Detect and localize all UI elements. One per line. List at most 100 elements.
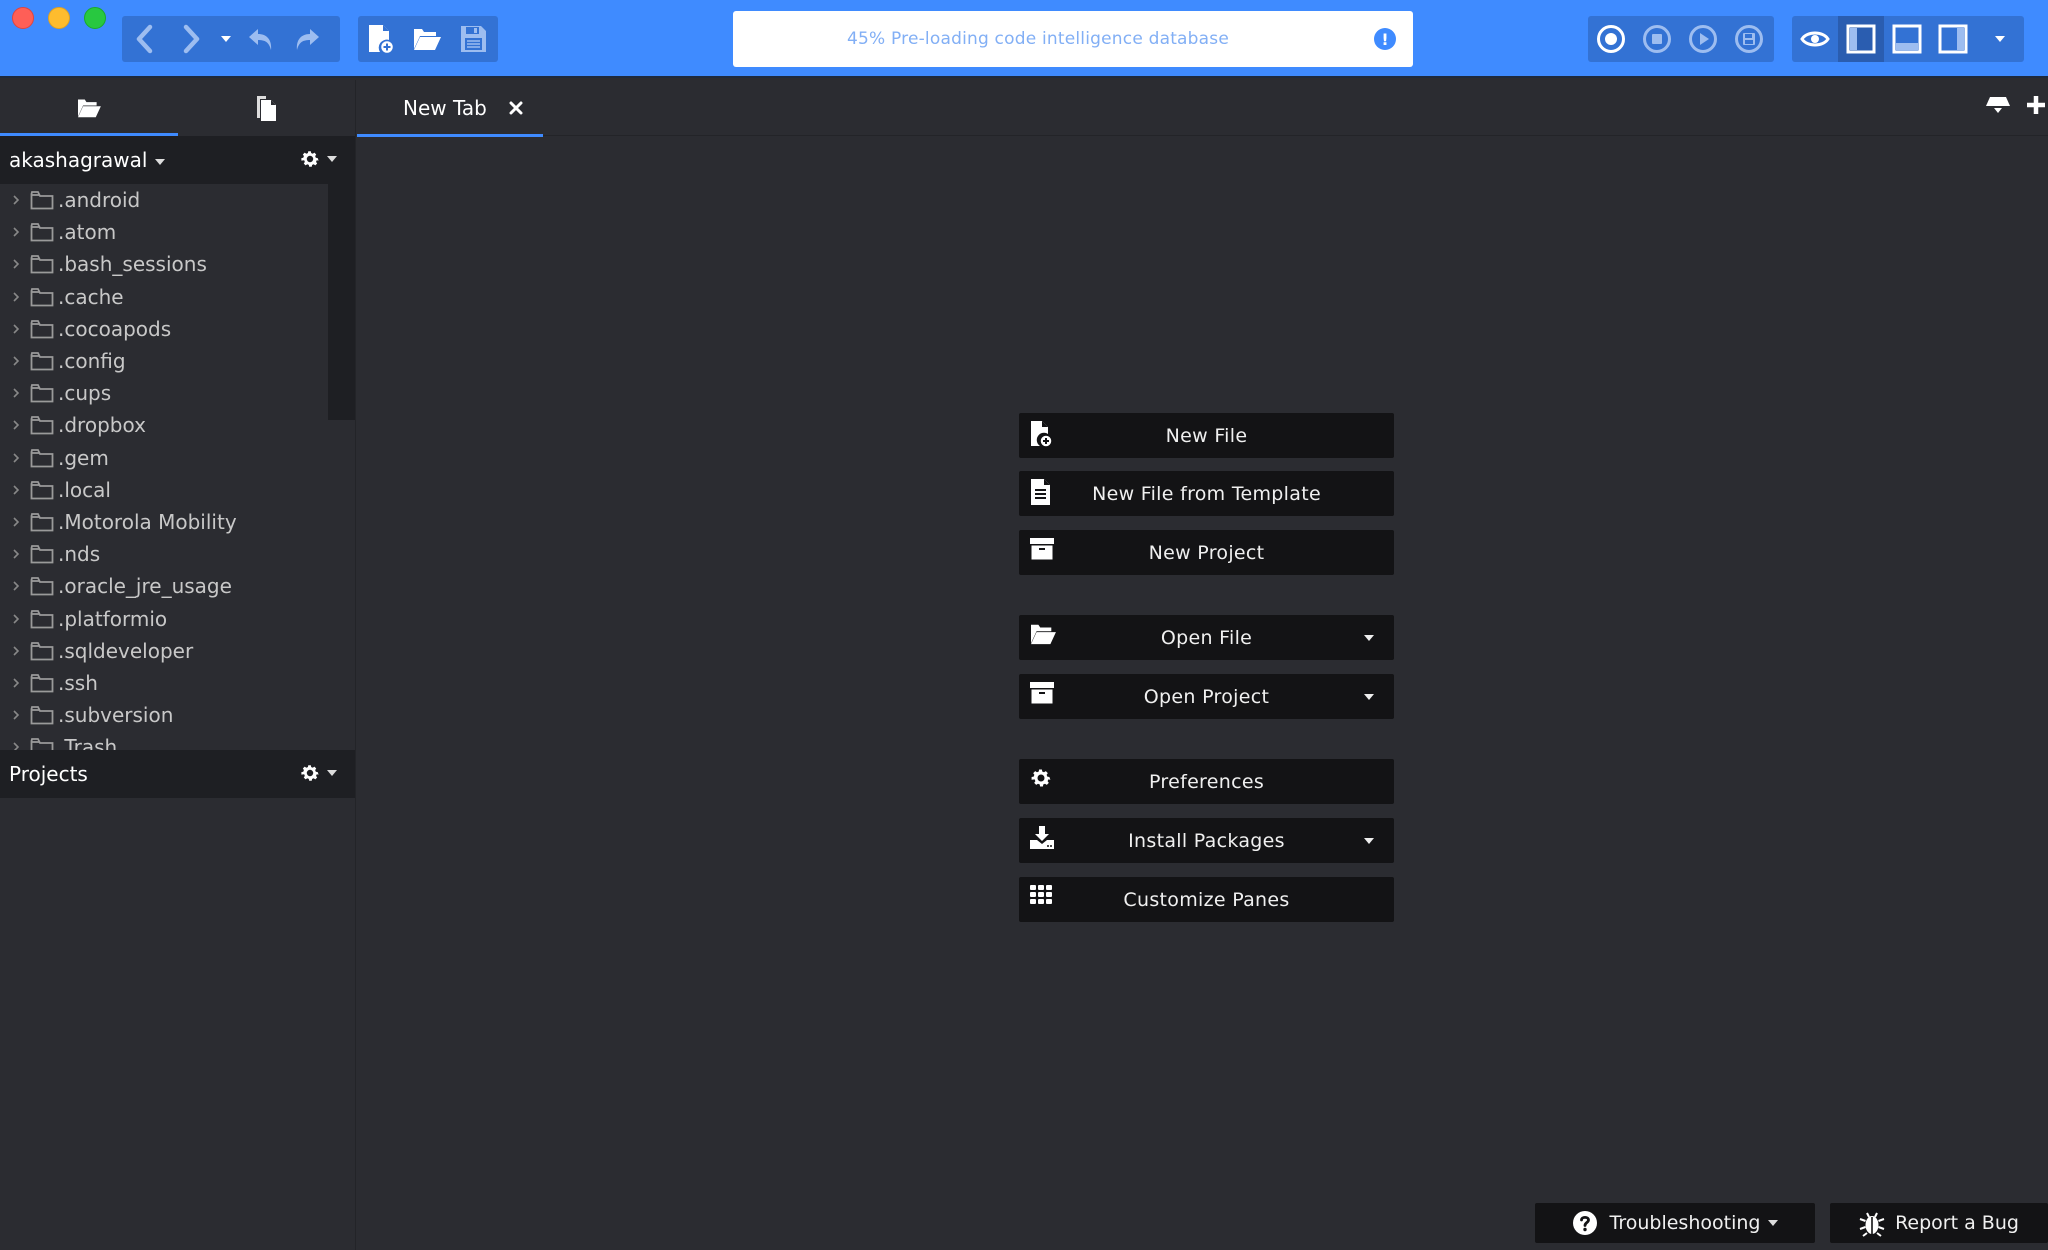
stop-macro-button[interactable]: [1634, 16, 1680, 62]
places-root-selector[interactable]: akashagrawal: [9, 148, 166, 172]
new-file-button[interactable]: [358, 16, 404, 62]
redo-button[interactable]: [284, 16, 330, 62]
chevron-right-icon[interactable]: [11, 453, 21, 463]
open-file-button[interactable]: Open File: [1019, 615, 1394, 660]
places-settings-button[interactable]: [299, 148, 337, 170]
view-dropdown-button[interactable]: [1976, 16, 2024, 62]
forward-button[interactable]: [168, 16, 214, 62]
button-label: Open File: [1160, 626, 1253, 649]
undo-button[interactable]: [238, 16, 284, 62]
save-button[interactable]: [450, 16, 496, 62]
tree-item[interactable]: .subversion: [0, 699, 355, 731]
tree-item[interactable]: .config: [0, 345, 355, 377]
folder-icon: [30, 674, 54, 693]
caret-down-icon: [1768, 1220, 1779, 1226]
chevron-right-icon[interactable]: [11, 710, 21, 720]
chevron-right-icon[interactable]: [11, 517, 21, 527]
chevron-right-icon[interactable]: [11, 259, 21, 270]
projects-settings-button[interactable]: [299, 762, 337, 784]
places-header: akashagrawal: [0, 136, 355, 184]
tree-item[interactable]: .Trash: [0, 731, 355, 750]
toggle-left-pane-button[interactable]: [1838, 16, 1884, 62]
chevron-right-icon[interactable]: [11, 742, 21, 750]
tree-item[interactable]: .gem: [0, 442, 355, 474]
open-project-button[interactable]: Open Project: [1019, 674, 1394, 719]
tab-open-files[interactable]: [178, 80, 356, 136]
troubleshooting-button[interactable]: Troubleshooting: [1535, 1203, 1815, 1243]
chevron-right-icon[interactable]: [11, 388, 21, 398]
close-tab-button[interactable]: [509, 101, 523, 115]
button-label: New File from Template: [1092, 482, 1321, 505]
record-macro-button[interactable]: [1588, 16, 1634, 62]
alert-glyph: !: [1381, 29, 1389, 49]
chevron-right-icon[interactable]: [11, 195, 21, 205]
new-file-button[interactable]: New File: [1019, 413, 1394, 458]
tree-item-label: .cache: [58, 284, 124, 309]
chevron-right-icon[interactable]: [11, 292, 21, 302]
install-packages-button[interactable]: Install Packages: [1019, 818, 1394, 863]
tree-scrollbar[interactable]: [328, 184, 355, 420]
focus-mode-button[interactable]: [1792, 16, 1838, 62]
tab-places[interactable]: [0, 80, 178, 136]
minimize-window-button[interactable]: [48, 7, 70, 29]
right-pane-icon: [1938, 24, 1968, 54]
bottom-pane-icon: [1892, 24, 1922, 54]
chevron-right-icon[interactable]: [11, 549, 21, 559]
alert-icon[interactable]: !: [1374, 28, 1396, 50]
chevron-right-icon[interactable]: [11, 356, 21, 366]
new-tab-button[interactable]: [2025, 94, 2047, 116]
tab-list-button[interactable]: [1985, 94, 2011, 116]
chevron-right-icon[interactable]: [11, 324, 21, 334]
preferences-button[interactable]: Preferences: [1019, 759, 1394, 804]
tree-item[interactable]: .ssh: [0, 667, 355, 699]
tree-item[interactable]: .cache: [0, 281, 355, 313]
navigation-toolbar: [122, 16, 340, 62]
tree-item[interactable]: .dropbox: [0, 409, 355, 441]
new-project-button[interactable]: New Project: [1019, 530, 1394, 575]
editor-tab-bar: New Tab: [357, 80, 2048, 137]
report-bug-button[interactable]: Report a Bug: [1830, 1203, 2048, 1243]
chevron-right-icon[interactable]: [11, 678, 21, 688]
tree-item[interactable]: .atom: [0, 216, 355, 248]
chevron-right-icon[interactable]: [11, 613, 21, 624]
open-file-button[interactable]: [404, 16, 450, 62]
play-macro-button[interactable]: [1680, 16, 1726, 62]
save-macro-button[interactable]: [1726, 16, 1772, 62]
toggle-bottom-pane-button[interactable]: [1884, 16, 1930, 62]
tree-item[interactable]: .android: [0, 184, 355, 216]
save-icon: [461, 26, 486, 52]
back-button[interactable]: [122, 16, 168, 62]
folder-open-icon: [1029, 622, 1057, 650]
toggle-right-pane-button[interactable]: [1930, 16, 1976, 62]
maximize-window-button[interactable]: [84, 7, 106, 29]
tree-item[interactable]: .bash_sessions: [0, 248, 355, 280]
folder-icon: [30, 513, 54, 532]
tree-item[interactable]: .sqldeveloper: [0, 635, 355, 667]
plus-icon: [2027, 96, 2045, 114]
caret-down-icon: [155, 158, 166, 165]
tree-item-label: .dropbox: [58, 413, 146, 438]
chevron-right-icon[interactable]: [11, 485, 21, 495]
tree-item[interactable]: .cups: [0, 377, 355, 409]
save-macro-icon: [1735, 25, 1763, 53]
status-notification[interactable]: 45% Pre-loading code intelligence databa…: [733, 11, 1413, 67]
chevron-right-icon[interactable]: [11, 227, 21, 237]
tree-item[interactable]: .platformio: [0, 602, 355, 634]
customize-panes-button[interactable]: Customize Panes: [1019, 877, 1394, 922]
caret-down-icon: [327, 156, 337, 162]
tree-item[interactable]: .cocoapods: [0, 313, 355, 345]
caret-down-icon[interactable]: [1364, 635, 1374, 641]
close-window-button[interactable]: [12, 7, 34, 29]
tree-item[interactable]: .Motorola Mobility: [0, 506, 355, 538]
history-dropdown-button[interactable]: [214, 16, 238, 62]
tree-item[interactable]: .nds: [0, 538, 355, 570]
chevron-right-icon[interactable]: [11, 581, 21, 591]
tab-new-tab[interactable]: New Tab: [357, 80, 543, 137]
caret-down-icon[interactable]: [1364, 838, 1374, 844]
tree-item[interactable]: .oracle_jre_usage: [0, 570, 355, 602]
chevron-right-icon[interactable]: [11, 646, 21, 656]
chevron-right-icon[interactable]: [11, 420, 21, 430]
tree-item[interactable]: .local: [0, 474, 355, 506]
caret-down-icon[interactable]: [1364, 694, 1374, 700]
new-file-from-template-button[interactable]: New File from Template: [1019, 471, 1394, 516]
